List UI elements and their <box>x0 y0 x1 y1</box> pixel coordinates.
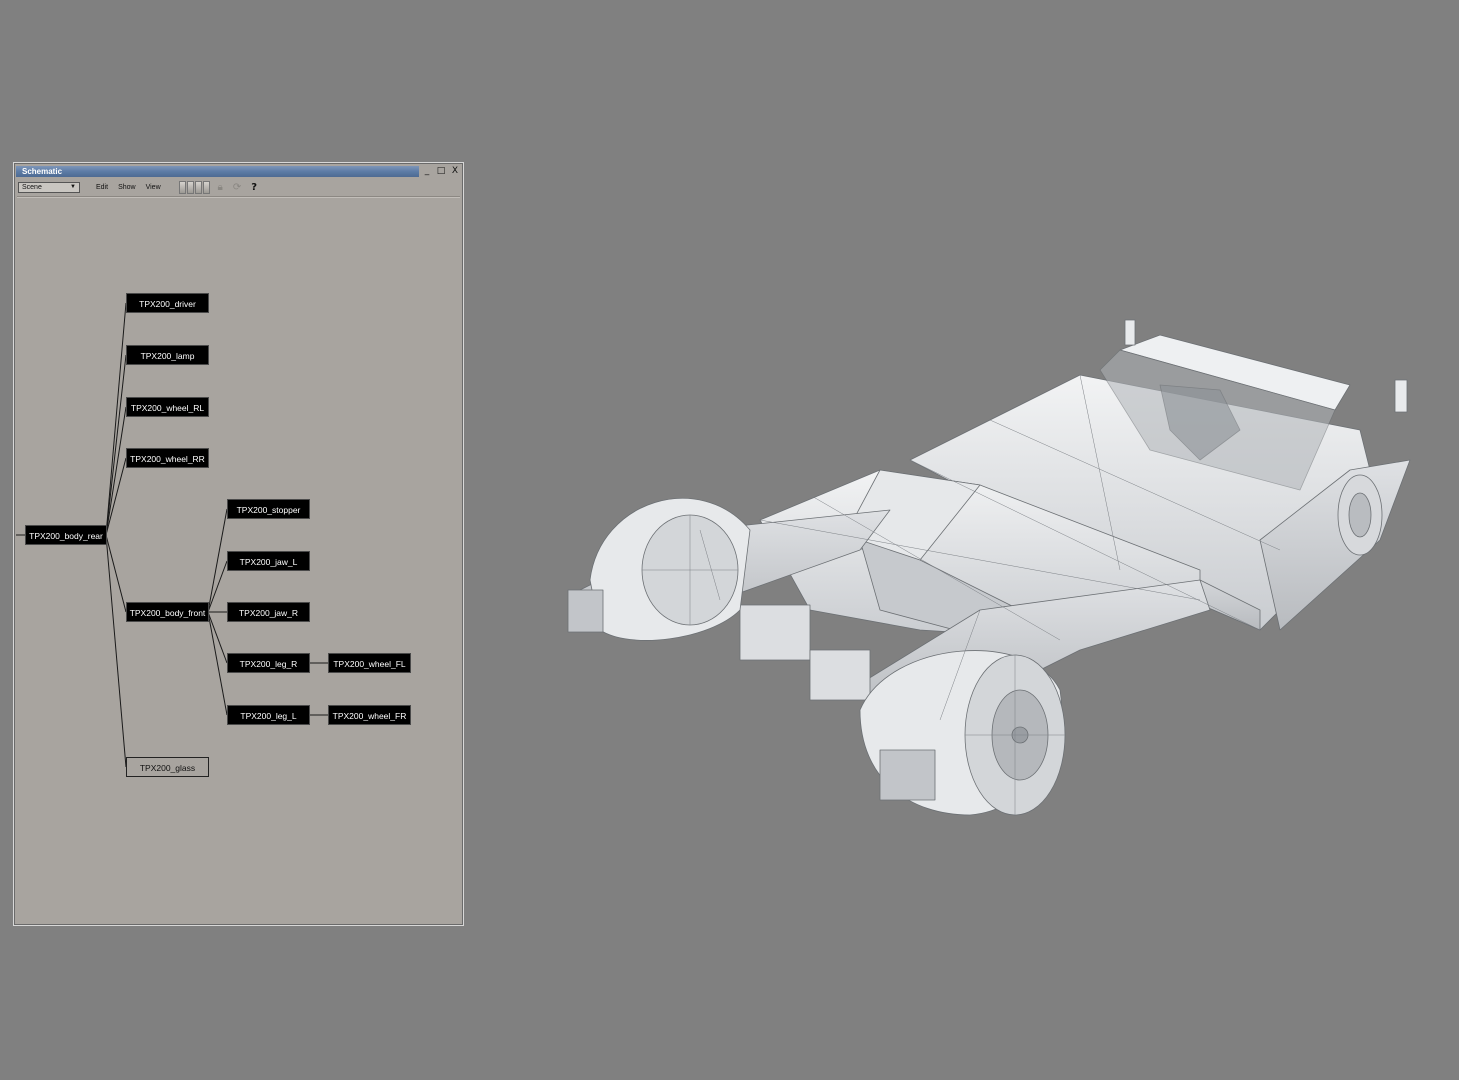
node-jaw-l[interactable]: TPX200_jaw_L <box>227 551 310 571</box>
bumper-left <box>567 589 604 633</box>
node-body-front[interactable]: TPX200_body_front <box>126 602 209 622</box>
connector-line <box>207 611 228 664</box>
schematic-connections <box>16 302 328 768</box>
node-wheel-rr[interactable]: TPX200_wheel_RR <box>126 448 209 468</box>
node-driver[interactable]: TPX200_driver <box>126 293 209 313</box>
node-wheel-fl[interactable]: TPX200_wheel_FL <box>328 653 411 673</box>
hydraulic-box <box>809 649 871 701</box>
node-wheel-fr[interactable]: TPX200_wheel_FR <box>328 705 411 725</box>
connector-line <box>105 534 127 768</box>
node-leg-r[interactable]: TPX200_leg_R <box>227 653 310 673</box>
node-leg-l[interactable]: TPX200_leg_L <box>227 705 310 725</box>
hydraulic-box <box>739 604 811 661</box>
connector-line <box>105 302 127 536</box>
connector-line <box>207 560 228 613</box>
schematic-window: Schematic _ □ X Scene ▼ Edit Show View 🔒… <box>13 162 464 926</box>
node-stopper[interactable]: TPX200_stopper <box>227 499 310 519</box>
node-lamp[interactable]: TPX200_lamp <box>126 345 209 365</box>
node-wheel-rl[interactable]: TPX200_wheel_RL <box>126 397 209 417</box>
connector-line <box>207 611 228 716</box>
node-jaw-r[interactable]: TPX200_jaw_R <box>227 602 310 622</box>
connector-line <box>105 354 127 536</box>
node-glass[interactable]: TPX200_glass <box>126 757 209 777</box>
mirror-right <box>1394 379 1408 413</box>
application-canvas: Schematic _ □ X Scene ▼ Edit Show View 🔒… <box>0 0 1459 1080</box>
node-body-rear[interactable]: TPX200_body_rear <box>25 525 107 545</box>
bumper-right <box>879 749 936 801</box>
connector-line <box>207 508 228 613</box>
tow-tractor-3d-model[interactable] <box>560 310 1420 830</box>
mirror-left <box>1124 319 1136 346</box>
